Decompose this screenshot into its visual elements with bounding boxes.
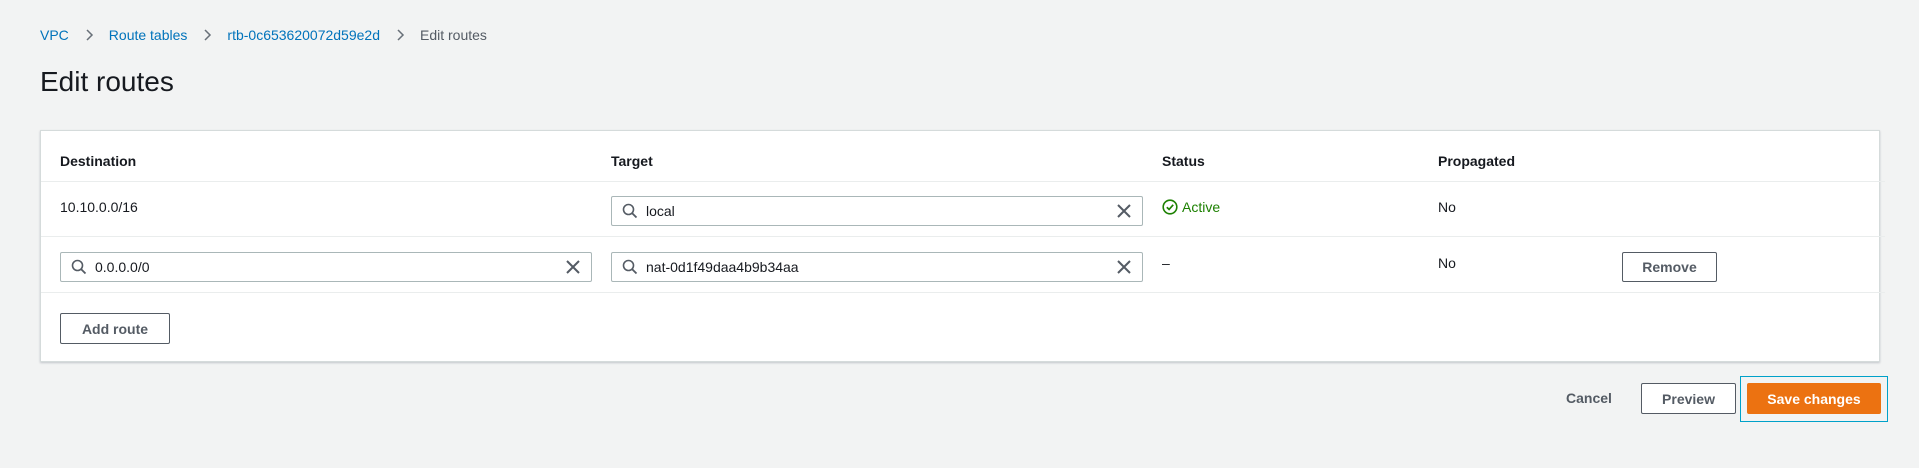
row-divider: [41, 181, 1885, 182]
row-divider: [41, 236, 1885, 237]
status-badge: Active: [1162, 199, 1220, 215]
save-changes-button[interactable]: Save changes: [1747, 383, 1881, 414]
breadcrumb-route-tables[interactable]: Route tables: [109, 27, 188, 43]
search-icon: [622, 259, 638, 275]
row-divider: [41, 292, 1885, 293]
destination-value[interactable]: 0.0.0.0/0: [95, 259, 565, 275]
breadcrumb-current: Edit routes: [419, 27, 487, 43]
close-icon[interactable]: [565, 259, 581, 275]
column-header-destination: Destination: [60, 153, 137, 169]
target-input[interactable]: nat-0d1f49daa4b9b34aa: [611, 252, 1143, 282]
cancel-button[interactable]: Cancel: [1566, 390, 1612, 406]
breadcrumb: VPC Route tables rtb-0c653620072d59e2d E…: [40, 25, 487, 45]
target-input[interactable]: local: [611, 196, 1143, 226]
breadcrumb-route-table-id[interactable]: rtb-0c653620072d59e2d: [227, 27, 380, 43]
routes-panel: Destination Target Status Propagated 10.…: [40, 130, 1885, 362]
page-title: Edit routes: [40, 66, 174, 97]
close-icon[interactable]: [1116, 259, 1132, 275]
preview-button[interactable]: Preview: [1641, 383, 1736, 414]
chevron-right-icon: [394, 29, 406, 41]
target-value[interactable]: local: [646, 203, 1116, 219]
remove-route-button[interactable]: Remove: [1622, 252, 1717, 282]
add-route-button[interactable]: Add route: [60, 313, 170, 344]
search-icon: [71, 259, 87, 275]
propagated-value: No: [1438, 199, 1456, 215]
target-value[interactable]: nat-0d1f49daa4b9b34aa: [646, 259, 1116, 275]
breadcrumb-vpc[interactable]: VPC: [40, 27, 69, 43]
status-text: –: [1162, 255, 1170, 271]
chevron-right-icon: [201, 29, 213, 41]
search-icon: [622, 203, 638, 219]
close-icon[interactable]: [1116, 203, 1132, 219]
column-header-propagated: Propagated: [1438, 153, 1516, 169]
chevron-right-icon: [83, 29, 95, 41]
propagated-value: No: [1438, 255, 1456, 271]
column-header-status: Status: [1162, 153, 1205, 169]
status-text: Active: [1182, 199, 1221, 215]
column-header-target: Target: [611, 153, 653, 169]
destination-value: 10.10.0.0/16: [60, 199, 138, 215]
destination-input[interactable]: 0.0.0.0/0: [60, 252, 592, 282]
check-circle-icon: [1162, 199, 1178, 215]
